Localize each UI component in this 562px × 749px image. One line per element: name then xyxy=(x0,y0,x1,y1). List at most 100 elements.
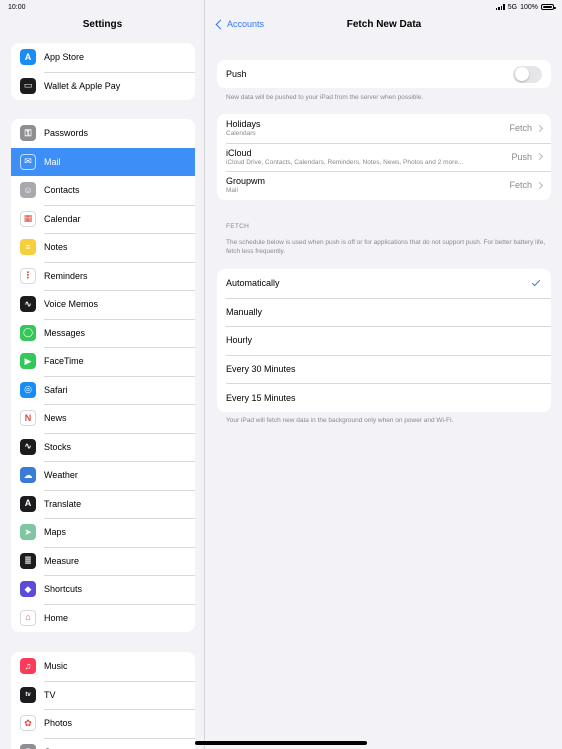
account-value-label: Fetch xyxy=(509,123,532,134)
sidebar-item-messages[interactable]: ◯ Messages xyxy=(11,318,195,348)
sidebar-item-maps[interactable]: ➤ Maps xyxy=(11,518,195,547)
voice-memos-icon: ∿ xyxy=(20,296,36,313)
sidebar-item-label: Messages xyxy=(44,327,86,338)
translate-icon: A xyxy=(20,495,36,512)
safari-icon: ◎ xyxy=(20,381,36,398)
sidebar-item-label: Wallet & Apple Pay xyxy=(44,80,121,91)
sidebar-item-app-store[interactable]: A App Store xyxy=(11,43,195,72)
sidebar-item-facetime[interactable]: ▶ FaceTime xyxy=(11,347,195,376)
battery-icon xyxy=(541,4,556,10)
wallet-icon: ▭ xyxy=(20,77,36,94)
sidebar-item-calendar[interactable]: ▦ Calendar xyxy=(11,204,195,234)
sidebar-item-label: Measure xyxy=(44,555,80,566)
sidebar-item-label: News xyxy=(44,413,67,424)
fetch-section-label: FETCH xyxy=(226,223,250,230)
tv-icon: tv xyxy=(20,686,36,703)
sidebar-item-safari[interactable]: ◎ Safari xyxy=(11,375,195,405)
facetime-icon: ▶ xyxy=(20,353,36,370)
sidebar-title: Settings xyxy=(82,19,123,30)
sidebar-item-measure[interactable]: ≣ Measure xyxy=(11,546,195,576)
sidebar-item-label: Music xyxy=(44,661,68,672)
fetch-option-every-30-minutes[interactable]: Every 30 Minutes xyxy=(217,354,551,384)
account-fetch-value: Fetch xyxy=(509,180,544,190)
app-store-icon: A xyxy=(20,49,36,66)
sidebar-group-apps: ⚿ Passwords ✉ Mail ☺ Contacts ▦ Calendar ≡ Notes ⋮… xyxy=(11,119,195,632)
account-name: iCloud xyxy=(226,147,252,158)
fetch-option-label: Manually xyxy=(226,306,263,317)
sidebar-item-weather[interactable]: ☁ Weather xyxy=(11,461,195,490)
sidebar-item-wallet-and-apple-pay[interactable]: ▭ Wallet & Apple Pay xyxy=(11,71,195,101)
sidebar-item-reminders[interactable]: ⋮ Reminders xyxy=(11,261,195,291)
status-bar: 10:00 5G 100% xyxy=(0,0,562,14)
sidebar-item-home[interactable]: ⌂ Home xyxy=(11,603,195,633)
fetch-option-manually[interactable]: Manually xyxy=(217,297,551,327)
account-row-icloud[interactable]: iCloud iCloud Drive, Contacts, Calendars,… xyxy=(217,142,551,172)
chevron-left-icon xyxy=(215,19,226,29)
sidebar-item-label: Notes xyxy=(44,242,68,253)
accounts-card: Holidays Calendars Fetch iCloud iCloud Drive… xyxy=(217,114,551,200)
account-name: Holidays xyxy=(226,119,261,130)
sidebar-item-music[interactable]: ♫ Music xyxy=(11,652,195,681)
sidebar-item-label: Maps xyxy=(44,527,67,538)
chevron-right-icon xyxy=(535,181,544,189)
sidebar-item-label: Calendar xyxy=(44,213,81,224)
sidebar-item-stocks[interactable]: ∿ Stocks xyxy=(11,432,195,462)
sidebar-item-label: FaceTime xyxy=(44,356,84,367)
network-label: 5G xyxy=(507,3,518,11)
account-detail: Calendars xyxy=(226,130,256,138)
sidebar-item-photos[interactable]: ✿ Photos xyxy=(11,709,195,738)
sidebar-item-label: Home xyxy=(44,612,69,623)
contacts-icon: ☺ xyxy=(20,182,36,199)
status-time: 10:00 xyxy=(8,3,26,11)
sidebar-item-tv[interactable]: tv TV xyxy=(11,680,195,710)
sidebar-item-translate[interactable]: A Translate xyxy=(11,489,195,519)
battery-label: 100% xyxy=(520,3,538,11)
sidebar-item-label: Stocks xyxy=(44,441,72,452)
sidebar-item-contacts[interactable]: ☺ Contacts xyxy=(11,176,195,205)
sidebar-item-label: Passwords xyxy=(44,128,89,139)
push-card: Push xyxy=(217,60,551,88)
sidebar-item-notes[interactable]: ≡ Notes xyxy=(11,233,195,262)
sidebar-item-label: Safari xyxy=(44,384,68,395)
sidebar-item-label: Reminders xyxy=(44,270,88,281)
fetch-option-every-15-minutes[interactable]: Every 15 Minutes xyxy=(217,383,551,412)
push-toggle[interactable] xyxy=(513,65,542,83)
weather-icon: ☁ xyxy=(20,467,36,484)
calendar-icon: ▦ xyxy=(20,210,36,227)
push-note: New data will be pushed to your iPad fro… xyxy=(226,94,424,101)
account-text: Holidays Calendars xyxy=(226,119,261,137)
sidebar-item-label: Weather xyxy=(44,470,78,481)
fetch-option-automatically[interactable]: Automatically xyxy=(217,269,551,298)
account-row-groupwm[interactable]: Groupwm Mail Fetch xyxy=(217,171,551,200)
chevron-right-icon xyxy=(535,153,544,161)
account-fetch-value: Push xyxy=(511,151,544,162)
account-text: Groupwm Mail xyxy=(226,176,265,194)
fetch-option-hourly[interactable]: Hourly xyxy=(217,326,551,355)
checkmark-icon xyxy=(531,278,541,287)
sidebar-item-camera[interactable]: ◉Camera xyxy=(11,737,195,749)
shortcuts-icon: ◆ xyxy=(20,581,36,598)
key-icon: ⚿ xyxy=(20,125,36,142)
messages-icon: ◯ xyxy=(20,324,36,341)
sidebar-item-shortcuts[interactable]: ◆ Shortcuts xyxy=(11,575,195,604)
sidebar-item-label: Mail xyxy=(44,156,61,167)
back-button[interactable]: Accounts xyxy=(214,19,264,29)
home-icon: ⌂ xyxy=(20,609,36,626)
fetch-footer-note: Your iPad will fetch new data in the bac… xyxy=(226,417,454,424)
sidebar-item-mail[interactable]: ✉ Mail xyxy=(11,147,195,176)
push-row: Push xyxy=(217,60,551,88)
chevron-right-icon xyxy=(535,124,544,132)
sidebar-item-news[interactable]: N News xyxy=(11,404,195,433)
sidebar-item-passwords[interactable]: ⚿ Passwords xyxy=(11,119,195,148)
settings-sidebar: Settings A App Store ▭ Wallet & Apple Pay ⚿… xyxy=(0,0,205,749)
account-row-holidays[interactable]: Holidays Calendars Fetch xyxy=(217,114,551,143)
sidebar-item-label: TV xyxy=(44,689,56,700)
back-label: Accounts xyxy=(227,19,265,29)
account-value-label: Push xyxy=(511,151,532,162)
sidebar-item-label: Voice Memos xyxy=(44,299,99,310)
sidebar-item-voice-memos[interactable]: ∿ Voice Memos xyxy=(11,290,195,319)
camera-icon: ◉ xyxy=(20,743,36,749)
stocks-icon: ∿ xyxy=(20,438,36,455)
fetch-new-data-pane: Accounts Fetch New Data Push New data wi… xyxy=(206,0,562,749)
sidebar-group-media: ♫ Music tv TV ✿ Photos ◉Camera xyxy=(11,652,195,749)
